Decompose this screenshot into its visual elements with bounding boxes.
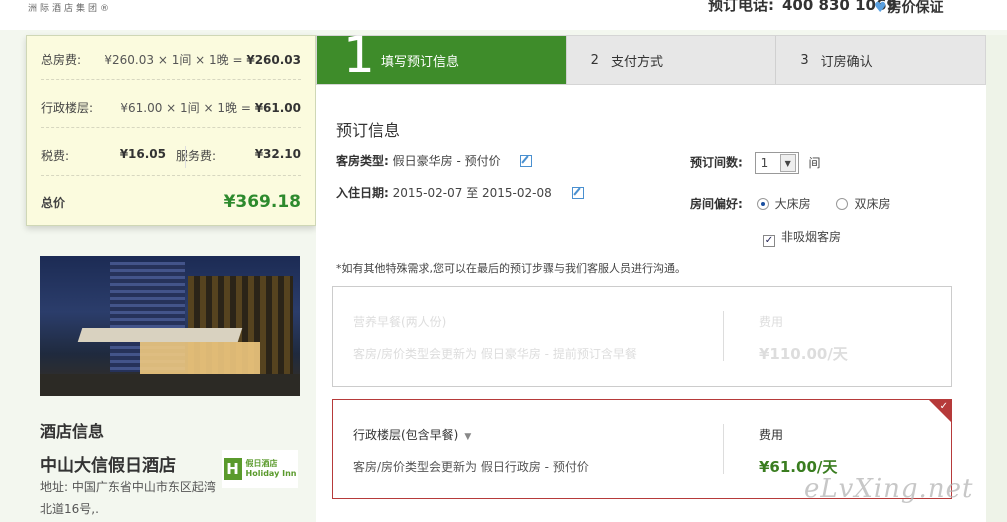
hotel-photo	[40, 256, 300, 396]
chevron-down-icon: ▼	[779, 154, 796, 172]
tax-divider	[185, 146, 186, 168]
nonsmoking-label: 非吸烟客房	[781, 230, 842, 244]
service-label: 服务费:	[176, 149, 217, 163]
radio-twin[interactable]	[836, 198, 849, 210]
rooms-select-value: 1	[760, 156, 769, 170]
step-1-label: 填写预订信息	[381, 54, 460, 70]
option-breakfast-desc: 客房/房价类型会更新为 假日豪华房 - 提前预订含早餐	[353, 347, 637, 361]
checkin-value: 2015-02-07 至 2015-02-08	[392, 186, 552, 200]
total-label: 总价	[41, 195, 66, 210]
brand-text: 洲际酒店集团®	[28, 4, 113, 14]
room-type-value: 假日豪华房 - 预付价	[392, 154, 501, 168]
holiday-inn-mark: H	[223, 458, 242, 480]
holiday-inn-logo: H 假日酒店 Holiday Inn	[222, 450, 298, 488]
pref-option-king[interactable]: 大床房	[756, 197, 811, 211]
logo-cn: 假日酒店	[245, 459, 278, 468]
exec-floor-formula: ¥61.00 × 1间 × 1晚 =	[120, 101, 255, 115]
radio-king[interactable]	[756, 198, 769, 210]
special-request-note: *如有其他特殊需求,您可以在最后的预订步骤与我们客服人员进行沟通。	[336, 262, 686, 275]
step-3-number: 3	[800, 52, 809, 68]
price-summary-panel: 总房费: ¥260.03 × 1间 × 1晚 = ¥260.03 行政楼层: ¥…	[26, 35, 316, 226]
nonsmoking-field[interactable]: ✓ 非吸烟客房	[763, 228, 841, 247]
hotel-address: 地址: 中国广东省中山市东区起湾北道16号,.	[40, 480, 216, 516]
step-1-number: 1	[343, 26, 375, 84]
room-type-label: 客房类型:	[336, 154, 389, 168]
option-exec-title-text: 行政楼层(包含早餐)	[353, 428, 459, 442]
caret-down-icon: ▼	[464, 432, 472, 442]
edit-room-type-icon[interactable]	[520, 155, 533, 167]
hotline-label: 预订电话:	[708, 0, 774, 14]
option-breakfast-price: ¥110.00/天	[759, 345, 848, 363]
hotline: 预订电话: 400 830 1069	[708, 0, 897, 15]
right-gutter	[986, 35, 1007, 522]
photo-canopy	[77, 328, 243, 342]
rooms-select[interactable]: 1 ▼	[754, 152, 799, 174]
booking-steps: 1 填写预订信息 2 支付方式 3 订房确认	[316, 30, 986, 85]
rooms-label: 预订间数:	[690, 155, 743, 170]
step-2-number: 2	[590, 52, 599, 68]
nonsmoking-checkbox[interactable]: ✓	[763, 235, 775, 247]
tax-label: 税费:	[41, 149, 70, 163]
pref-option-twin[interactable]: 双床房	[836, 197, 891, 211]
option-divider	[723, 424, 724, 474]
tax-value: ¥16.05	[119, 147, 166, 161]
tax-service-row: 税费: ¥16.05 服务费: ¥32.10	[41, 136, 301, 176]
room-fee-label: 总房费:	[41, 53, 82, 67]
edit-dates-icon[interactable]	[571, 187, 584, 199]
preference-field: 房间偏好: 大床房 双床房	[690, 195, 891, 212]
step-3[interactable]: 3 订房确认	[775, 36, 985, 84]
option-exec-title[interactable]: 行政楼层(包含早餐) ▼	[353, 426, 471, 443]
photo-ground	[40, 374, 300, 396]
logo-en: Holiday Inn	[245, 469, 297, 478]
option-breakfast-title: 营养早餐(两人份)	[353, 315, 447, 329]
room-fee-formula: ¥260.03 × 1间 × 1晚 =	[104, 53, 247, 67]
hotel-name: 中山大信假日酒店	[40, 456, 176, 476]
exec-floor-value: ¥61.00 × 1间 × 1晚 = ¥61.00	[120, 99, 301, 116]
pref-king-label: 大床房	[774, 197, 811, 211]
booking-section-title: 预订信息	[336, 121, 401, 140]
service-value: ¥32.10	[254, 147, 301, 161]
pref-twin-label: 双床房	[854, 197, 891, 211]
option-breakfast-fee-label: 费用	[759, 315, 784, 329]
option-exec-desc: 客房/房价类型会更新为 假日行政房 - 预付价	[353, 460, 589, 474]
room-fee-value: ¥260.03 × 1间 × 1晚 = ¥260.03	[104, 51, 301, 68]
checkin-label: 入住日期:	[336, 186, 389, 200]
step-1[interactable]: 1 填写预订信息	[317, 30, 566, 84]
rooms-field: 预订间数: 1 ▼ 间	[690, 152, 820, 174]
check-icon: ✓	[939, 401, 948, 412]
booking-form: 预订信息 客房类型: 假日豪华房 - 预付价 入住日期: 2015-02-07 …	[316, 85, 986, 522]
watermark: eLvXing.net	[804, 474, 974, 504]
room-type-field: 客房类型: 假日豪华房 - 预付价	[336, 152, 533, 169]
option-breakfast[interactable]: 营养早餐(两人份) 客房/房价类型会更新为 假日豪华房 - 提前预订含早餐 费用…	[332, 286, 952, 387]
step-3-label: 订房确认	[820, 54, 873, 70]
service-cell: 服务费: ¥32.10	[176, 147, 301, 164]
top-bar: 洲际酒店集团® 预订电话: 400 830 1069 ♥房价保证	[0, 0, 1007, 30]
exec-floor-row: 行政楼层: ¥61.00 × 1间 × 1晚 = ¥61.00	[41, 88, 301, 128]
room-fee-total: ¥260.03	[246, 53, 301, 67]
tax-cell: 税费: ¥16.05	[41, 147, 166, 164]
preference-label: 房间偏好:	[690, 197, 743, 211]
rooms-unit: 间	[808, 155, 821, 170]
option-divider	[723, 311, 724, 361]
total-row: 总价 ¥369.18	[41, 182, 301, 222]
exec-floor-total: ¥61.00	[254, 101, 301, 115]
price-guarantee-label: 房价保证	[887, 0, 944, 16]
price-guarantee-link[interactable]: ♥房价保证	[874, 0, 944, 17]
step-2[interactable]: 2 支付方式	[565, 36, 776, 84]
room-fee-row: 总房费: ¥260.03 × 1间 × 1晚 = ¥260.03	[41, 40, 301, 80]
exec-floor-label: 行政楼层:	[41, 101, 94, 115]
option-exec-fee-label: 费用	[759, 428, 784, 442]
step-2-label: 支付方式	[610, 54, 663, 70]
holiday-inn-text: 假日酒店 Holiday Inn	[246, 459, 297, 479]
hotel-info-title: 酒店信息	[40, 422, 105, 441]
heart-icon: ♥	[874, 0, 887, 16]
checkin-field: 入住日期: 2015-02-07 至 2015-02-08	[336, 184, 584, 201]
total-value: ¥369.18	[223, 192, 301, 212]
